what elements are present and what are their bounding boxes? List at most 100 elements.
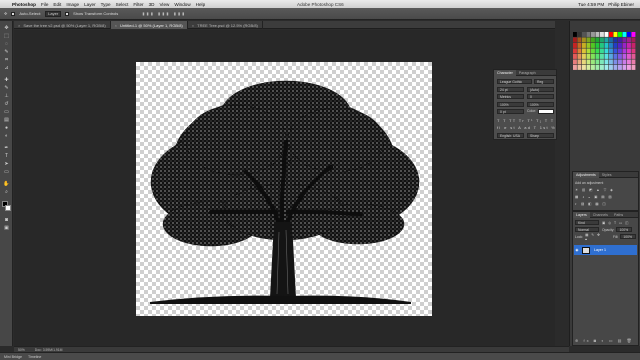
swatch-chip[interactable] — [591, 48, 595, 54]
swatch-chip[interactable] — [609, 54, 613, 59]
swatch-chip[interactable] — [586, 43, 591, 48]
eraser-tool-icon[interactable]: ▭ — [3, 109, 10, 115]
swatch-chip[interactable] — [609, 59, 613, 65]
swatch-chip[interactable] — [586, 54, 591, 59]
swatch-chip[interactable] — [595, 48, 600, 54]
swatch-chip[interactable] — [609, 65, 613, 70]
swatch-chip[interactable] — [613, 43, 618, 48]
menu-3d[interactable]: 3D — [149, 2, 155, 7]
swatch-chip[interactable] — [622, 43, 627, 48]
opentype-buttons[interactable]: fi σ st A ad T 1st ½ — [497, 125, 556, 130]
type-tool-icon[interactable]: T — [3, 153, 10, 159]
stamp-tool-icon[interactable]: ⊥ — [3, 93, 10, 99]
user-menu[interactable]: Philip Ebiner — [608, 2, 634, 7]
move-tool-icon[interactable]: ✥ — [4, 11, 7, 16]
quick-select-tool-icon[interactable]: ✎ — [3, 49, 10, 55]
swatch-chip[interactable] — [627, 59, 631, 65]
adjustment-icons-row3[interactable]: ◐ ▨ ◧ ▩ ◫ — [575, 201, 636, 206]
lasso-tool-icon[interactable]: ◌ — [3, 41, 10, 47]
adjustment-icons-row2[interactable]: ▦ ◑ ◒ ▣ ▤ ▧ — [575, 194, 636, 199]
swatch-chip[interactable] — [577, 43, 582, 48]
swatch-chip[interactable] — [573, 37, 577, 43]
language-select[interactable]: English: USA — [497, 133, 524, 138]
swatch-chip[interactable] — [604, 59, 609, 65]
swatch-chip[interactable] — [586, 37, 591, 43]
swatch-chip[interactable] — [591, 43, 595, 48]
auto-select-checkbox[interactable] — [11, 11, 16, 16]
swatch-chip[interactable] — [600, 32, 604, 37]
document-tab[interactable]: × TREE Tree.psd @ 12.5% (RGB/8) — [188, 21, 263, 29]
swatch-chip[interactable] — [586, 59, 591, 65]
tab-layers[interactable]: Layers — [573, 211, 590, 218]
menu-help[interactable]: Help — [196, 2, 205, 7]
swatch-chip[interactable] — [586, 48, 591, 54]
history-brush-icon[interactable]: ↺ — [3, 101, 10, 107]
layer-panel-buttons[interactable]: ⊕ fx ◙ ◐ ▭ ▤ 🗑︎ — [575, 338, 634, 343]
close-tab-icon[interactable]: × — [18, 23, 20, 28]
tab-mini-bridge[interactable]: Mini Bridge — [4, 355, 22, 359]
document-tab-active[interactable]: × Untitled-1 @ 50% (Layer 1, RGB/8) — [110, 21, 188, 29]
opacity-field[interactable]: 100% — [616, 227, 633, 232]
marquee-tool-icon[interactable]: ⬚ — [3, 33, 10, 39]
hand-tool-icon[interactable]: ✋ — [3, 181, 10, 187]
swatch-chip[interactable] — [577, 32, 582, 37]
swatch-chip[interactable] — [631, 59, 636, 65]
swatch-chip[interactable] — [618, 54, 622, 59]
swatch-chip[interactable] — [591, 54, 595, 59]
swatch-chip[interactable] — [609, 43, 613, 48]
swatch-chip[interactable] — [604, 48, 609, 54]
swatch-chip[interactable] — [622, 59, 627, 65]
swatch-chip[interactable] — [631, 48, 636, 54]
swatch-chip[interactable] — [613, 37, 618, 43]
swatch-chip[interactable] — [622, 37, 627, 43]
swatch-chip[interactable] — [627, 65, 631, 70]
crop-tool-icon[interactable]: ⌗ — [3, 57, 10, 63]
swatch-chip[interactable] — [595, 37, 600, 43]
swatch-chip[interactable] — [627, 32, 631, 37]
clock[interactable]: Tue 4:59 PM — [578, 2, 604, 7]
baseline-shift-field[interactable]: 0 pt — [497, 109, 524, 114]
eye-icon[interactable]: ◉ — [574, 248, 580, 252]
swatch-chip[interactable] — [600, 48, 604, 54]
close-tab-icon[interactable]: × — [115, 23, 117, 28]
background-color-swatch[interactable] — [5, 205, 11, 211]
swatch-chip[interactable] — [573, 65, 577, 70]
zoom-level[interactable]: 50% — [18, 348, 25, 352]
swatch-chip[interactable] — [591, 59, 595, 65]
menu-filter[interactable]: Filter — [133, 2, 143, 7]
swatch-chip[interactable] — [577, 54, 582, 59]
layer-name[interactable]: Layer 1 — [594, 248, 606, 252]
swatch-chip[interactable] — [627, 48, 631, 54]
swatch-chip[interactable] — [600, 54, 604, 59]
eyedropper-tool-icon[interactable]: ⊿ — [3, 65, 10, 71]
swatch-chip[interactable] — [618, 48, 622, 54]
swatch-chip[interactable] — [595, 43, 600, 48]
kerning-field[interactable]: Metrics — [497, 94, 524, 99]
swatch-chip[interactable] — [609, 48, 613, 54]
menu-file[interactable]: File — [41, 2, 48, 7]
brush-tool-icon[interactable]: ✎ — [3, 85, 10, 91]
swatch-chip[interactable] — [618, 37, 622, 43]
swatch-chip[interactable] — [600, 37, 604, 43]
font-family-select[interactable]: League Gothic — [497, 79, 532, 84]
swatch-chip[interactable] — [582, 37, 586, 43]
swatch-chip[interactable] — [627, 54, 631, 59]
swatch-chip[interactable] — [600, 65, 604, 70]
dodge-tool-icon[interactable]: ◐ — [3, 133, 10, 139]
swatch-chip[interactable] — [573, 43, 577, 48]
swatch-chip[interactable] — [577, 37, 582, 43]
swatch-chip[interactable] — [627, 43, 631, 48]
swatch-chip[interactable] — [613, 48, 618, 54]
swatch-chip[interactable] — [586, 32, 591, 37]
swatch-chip[interactable] — [622, 65, 627, 70]
swatch-chip[interactable] — [631, 43, 636, 48]
swatch-chip[interactable] — [604, 65, 609, 70]
horizontal-scale-field[interactable]: 100% — [527, 102, 554, 107]
swatch-chip[interactable] — [604, 43, 609, 48]
swatch-chip[interactable] — [609, 32, 613, 37]
swatch-chip[interactable] — [573, 54, 577, 59]
swatch-chip[interactable] — [622, 54, 627, 59]
swatch-chip[interactable] — [604, 37, 609, 43]
swatch-chip[interactable] — [591, 32, 595, 37]
screen-mode-icon[interactable]: ▣ — [3, 225, 10, 231]
